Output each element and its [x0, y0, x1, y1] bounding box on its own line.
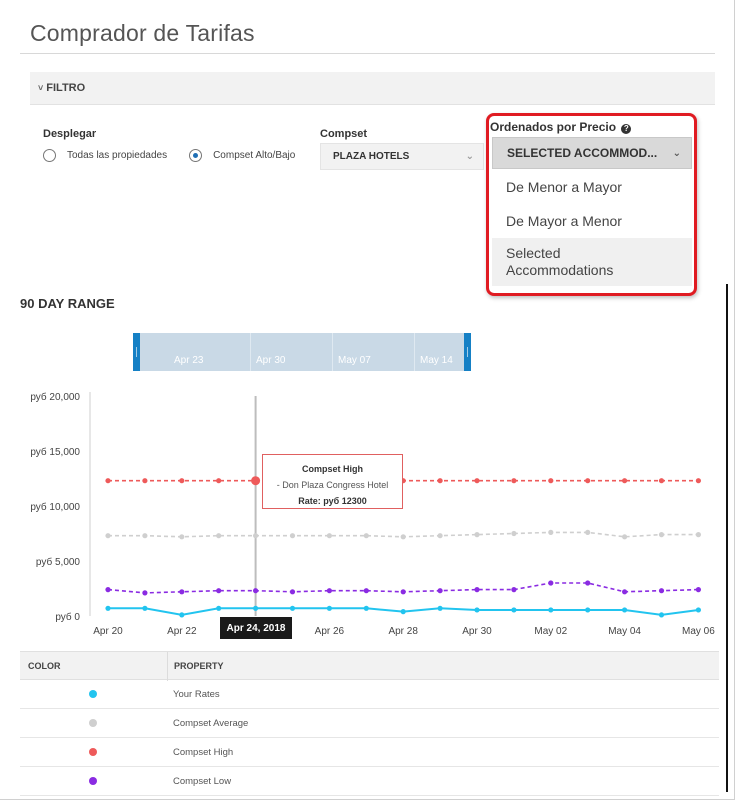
data-point: [511, 587, 517, 593]
data-point: [622, 607, 628, 613]
data-point: [253, 588, 259, 594]
color-dot: [89, 777, 97, 785]
data-point: [363, 588, 369, 594]
data-point: [400, 589, 406, 595]
data-point: [363, 533, 369, 539]
data-point: [658, 532, 665, 538]
data-point: [511, 530, 517, 537]
table-row[interactable]: Compset Low: [20, 767, 719, 796]
data-point: [622, 478, 628, 484]
data-point: [622, 589, 628, 595]
table-row[interactable]: Compset High: [20, 738, 719, 767]
data-point: [548, 529, 554, 536]
data-point: [474, 607, 480, 613]
data-point: [105, 587, 111, 593]
data-point: [658, 588, 665, 594]
data-point: [658, 612, 665, 618]
data-point: [105, 605, 111, 611]
y-tick-label: руб 15,000: [30, 446, 80, 458]
x-tick-label: Apr 28: [388, 626, 418, 637]
property-name: Your Rates: [173, 689, 220, 700]
y-tick-label: руб 5,000: [36, 556, 81, 568]
table-row[interactable]: Compset Average: [20, 709, 719, 738]
data-point: [695, 478, 702, 484]
legend-table: COLOR PROPERTY Your Rates Compset Averag…: [20, 651, 719, 796]
data-point: [548, 607, 554, 613]
y-tick-label: руб 0: [55, 611, 80, 623]
data-point: [437, 533, 443, 539]
chart-tooltip: Compset High - Don Plaza Congress Hotel …: [262, 454, 403, 509]
data-point: [548, 580, 554, 586]
y-tick-label: руб 10,000: [30, 501, 80, 513]
data-point: [326, 533, 332, 539]
x-tick-label: Apr 30: [462, 626, 492, 637]
data-point: [142, 605, 148, 611]
data-point: [142, 590, 148, 596]
data-point: [585, 478, 591, 484]
data-point: [105, 478, 111, 484]
data-point: [511, 607, 517, 613]
data-point: [400, 534, 406, 540]
data-point: [437, 588, 443, 594]
data-point: [179, 589, 185, 595]
data-point: [474, 478, 480, 484]
data-point: [437, 478, 443, 484]
x-tick-label: May 04: [608, 626, 641, 637]
data-point: [289, 589, 296, 595]
data-point: [216, 478, 222, 484]
data-point: [216, 605, 222, 611]
data-point: [326, 605, 332, 611]
data-point: [695, 607, 702, 613]
table-row[interactable]: Your Rates: [20, 680, 719, 709]
color-dot: [89, 690, 97, 698]
data-point: [251, 476, 261, 486]
color-dot: [89, 719, 97, 727]
data-point: [622, 534, 628, 540]
data-point: [216, 588, 222, 594]
data-point: [585, 580, 591, 586]
data-point: [142, 478, 148, 484]
y-tick-label: руб 20,000: [30, 391, 80, 403]
tooltip-title: Compset High: [301, 464, 363, 474]
data-point: [326, 588, 332, 594]
data-point: [695, 587, 702, 593]
data-point: [289, 605, 296, 611]
data-point: [179, 478, 185, 484]
crosshair-date-label: Apr 24, 2018: [220, 617, 292, 639]
tooltip-hotel: - Don Plaza Congress Hotel: [276, 480, 389, 490]
color-dot: [89, 748, 97, 756]
data-point: [585, 607, 591, 613]
data-point: [474, 532, 480, 538]
header-property: PROPERTY: [174, 661, 224, 671]
data-point: [253, 533, 259, 539]
data-point: [695, 532, 702, 538]
data-point: [142, 533, 148, 539]
data-point: [400, 609, 406, 615]
x-tick-label: May 06: [682, 626, 715, 637]
data-point: [179, 612, 185, 618]
data-point: [658, 478, 665, 484]
header-divider: [167, 652, 168, 681]
data-point: [289, 533, 296, 539]
x-tick-label: Apr 22: [167, 626, 197, 637]
data-point: [585, 529, 591, 536]
data-point: [511, 478, 517, 484]
x-tick-label: Apr 26: [315, 626, 345, 637]
property-name: Compset Average: [173, 718, 249, 729]
x-tick-label: Apr 20: [93, 626, 123, 637]
tooltip-rate: Rate: руб 12300: [298, 496, 367, 506]
data-point: [548, 478, 554, 484]
header-color: COLOR: [28, 661, 61, 671]
data-point: [216, 533, 222, 539]
data-point: [363, 605, 369, 611]
data-point: [105, 533, 111, 539]
data-point: [253, 605, 259, 611]
x-tick-label: May 02: [534, 626, 567, 637]
data-point: [179, 534, 185, 540]
data-point: [474, 587, 480, 593]
property-name: Compset High: [173, 747, 234, 758]
data-point: [437, 605, 443, 611]
property-name: Compset Low: [173, 776, 232, 787]
legend-table-header: COLOR PROPERTY: [20, 651, 719, 681]
